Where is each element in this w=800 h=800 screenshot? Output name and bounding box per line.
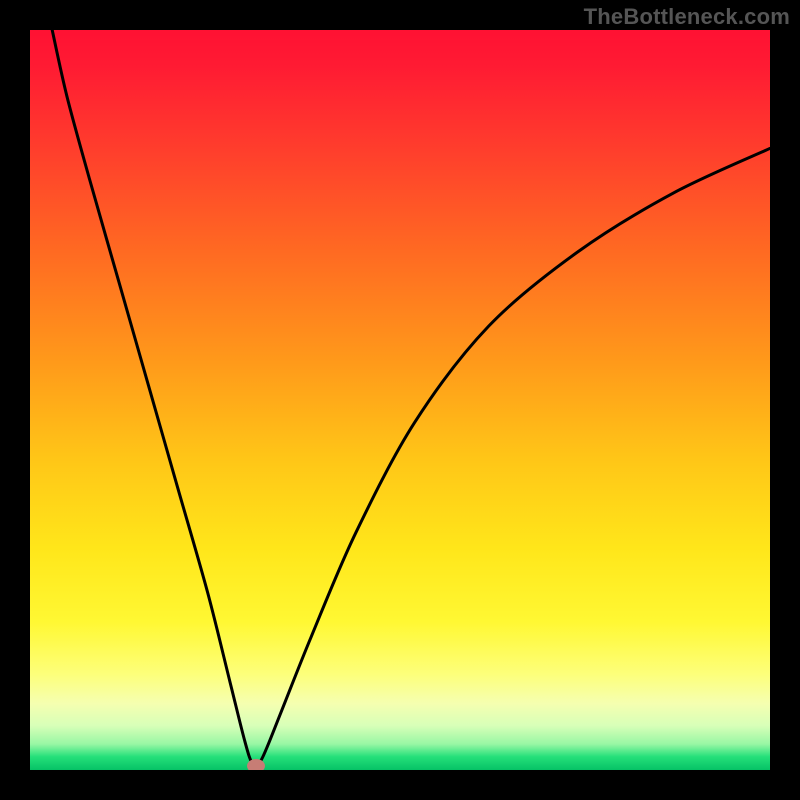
plot-area [30, 30, 770, 770]
watermark-text: TheBottleneck.com [584, 4, 790, 30]
optimal-point-marker [247, 759, 265, 770]
bottleneck-curve [30, 30, 770, 770]
chart-frame: TheBottleneck.com [0, 0, 800, 800]
